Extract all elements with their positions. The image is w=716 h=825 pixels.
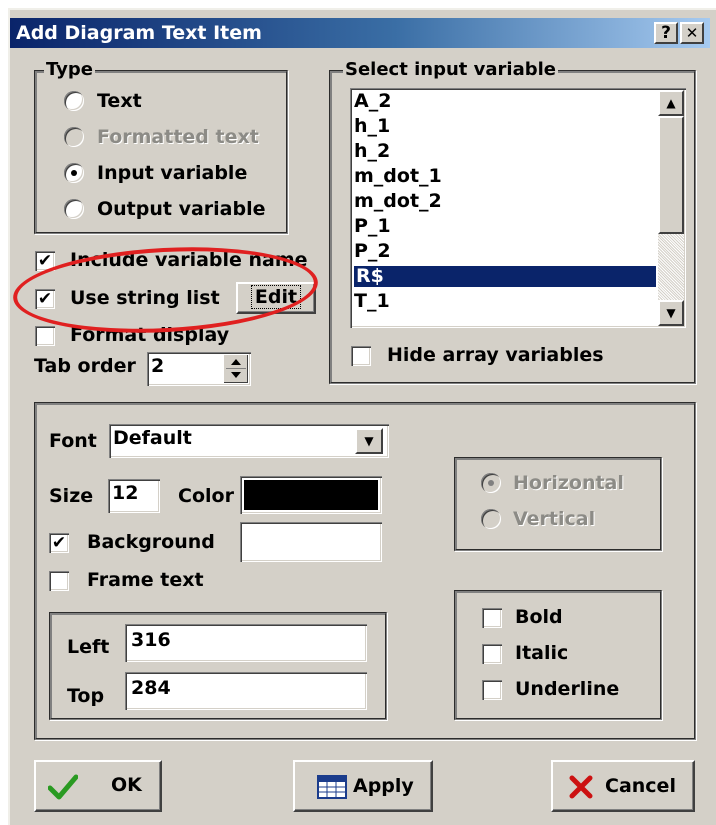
spinner-divider [226, 368, 246, 369]
scroll-up-button[interactable]: ▲ [658, 90, 684, 116]
hide-array-label[interactable]: Hide array variables [387, 344, 604, 366]
scroll-down-button[interactable]: ▼ [658, 300, 684, 326]
bold-checkbox[interactable] [482, 608, 502, 628]
help-button[interactable]: ? [654, 22, 678, 44]
apply-button-label: Apply [353, 775, 414, 797]
bold-label[interactable]: Bold [515, 606, 563, 628]
spin-down-icon[interactable] [231, 372, 241, 378]
background-color-field[interactable] [240, 522, 382, 562]
radio-selected-dot [488, 480, 494, 486]
scroll-thumb[interactable] [658, 116, 684, 234]
list-item[interactable]: h_2 [354, 141, 390, 162]
list-item-selected[interactable]: R$ [354, 266, 656, 287]
radio-vertical [481, 509, 501, 529]
spin-up-icon[interactable] [231, 359, 241, 365]
use-string-list-checkbox[interactable]: ✔ [35, 289, 55, 309]
underline-checkbox[interactable] [482, 680, 502, 700]
size-field[interactable]: 12 [108, 479, 160, 513]
italic-checkbox[interactable] [482, 644, 502, 664]
chevron-down-icon[interactable]: ▼ [355, 428, 383, 454]
radio-text-label[interactable]: Text [97, 90, 142, 112]
close-button[interactable]: ✕ [680, 22, 704, 44]
top-label: Top [67, 685, 105, 707]
spinner-buttons[interactable] [223, 355, 248, 383]
font-label: Font [49, 430, 97, 452]
list-item[interactable]: T_1 [354, 291, 390, 312]
list-item[interactable]: P_1 [354, 216, 391, 237]
tab-order-label: Tab order [34, 355, 136, 377]
radio-formatted-text [64, 127, 84, 147]
radio-output-variable-label[interactable]: Output variable [97, 198, 266, 220]
background-label[interactable]: Background [87, 531, 215, 553]
color-swatch [244, 480, 378, 510]
left-field[interactable]: 316 [125, 624, 367, 662]
list-item[interactable]: m_dot_2 [354, 191, 442, 212]
table-icon [317, 775, 347, 799]
italic-label[interactable]: Italic [515, 642, 568, 664]
radio-vertical-label: Vertical [513, 508, 596, 530]
left-value: 316 [131, 629, 171, 651]
use-string-list-label[interactable]: Use string list [70, 287, 220, 309]
format-display-label[interactable]: Format display [70, 324, 229, 346]
size-label: Size [49, 485, 94, 507]
background-checkbox[interactable]: ✔ [49, 533, 69, 553]
font-value: Default [113, 427, 192, 449]
list-item[interactable]: P_2 [354, 241, 391, 262]
background-color-swatch [244, 526, 378, 558]
cancel-button-label: Cancel [605, 775, 676, 797]
cancel-button[interactable]: Cancel [551, 760, 695, 812]
size-value: 12 [112, 482, 139, 504]
list-item[interactable]: A_2 [354, 91, 391, 112]
type-group-legend: Type [44, 59, 95, 80]
tab-order-spinner[interactable]: 2 [147, 352, 251, 386]
top-field[interactable]: 284 [125, 672, 367, 710]
radio-output-variable[interactable] [64, 199, 84, 219]
color-swatch-field[interactable] [240, 476, 382, 514]
apply-button[interactable]: Apply [293, 760, 433, 812]
include-variable-name-label[interactable]: Include variable name [70, 249, 308, 271]
radio-horizontal-label: Horizontal [513, 472, 624, 494]
edit-button-label: Edit [250, 285, 302, 309]
frame-text-label[interactable]: Frame text [87, 569, 204, 591]
font-select[interactable]: Default ▼ [109, 424, 389, 458]
input-variable-legend: Select input variable [343, 59, 558, 80]
format-display-checkbox[interactable] [35, 326, 55, 346]
color-label: Color [178, 485, 234, 507]
edit-button[interactable]: Edit [236, 282, 316, 314]
title-bar: Add Diagram Text Item ? ✕ [10, 18, 710, 48]
radio-horizontal [481, 473, 501, 493]
ok-button-label: OK [111, 774, 142, 796]
frame-text-checkbox[interactable] [49, 571, 69, 591]
variable-listbox[interactable]: A_2 h_1 h_2 m_dot_1 m_dot_2 P_1 P_2 R$ T… [350, 88, 686, 328]
cancel-x-icon [569, 775, 593, 799]
top-value: 284 [131, 677, 171, 699]
radio-selected-dot [71, 170, 77, 176]
window-title: Add Diagram Text Item [16, 22, 262, 44]
left-label: Left [67, 636, 110, 658]
list-item[interactable]: m_dot_1 [354, 166, 442, 187]
radio-formatted-text-label: Formatted text [97, 126, 259, 148]
radio-input-variable-label[interactable]: Input variable [97, 162, 247, 184]
underline-label[interactable]: Underline [515, 678, 619, 700]
radio-text[interactable] [64, 91, 84, 111]
list-item[interactable]: h_1 [354, 116, 390, 137]
radio-input-variable[interactable] [64, 163, 84, 183]
include-variable-name-checkbox[interactable]: ✔ [35, 251, 55, 271]
ok-button[interactable]: OK [34, 760, 162, 812]
tab-order-value: 2 [151, 355, 165, 377]
checkmark-icon [48, 774, 78, 800]
hide-array-checkbox[interactable] [351, 346, 371, 366]
